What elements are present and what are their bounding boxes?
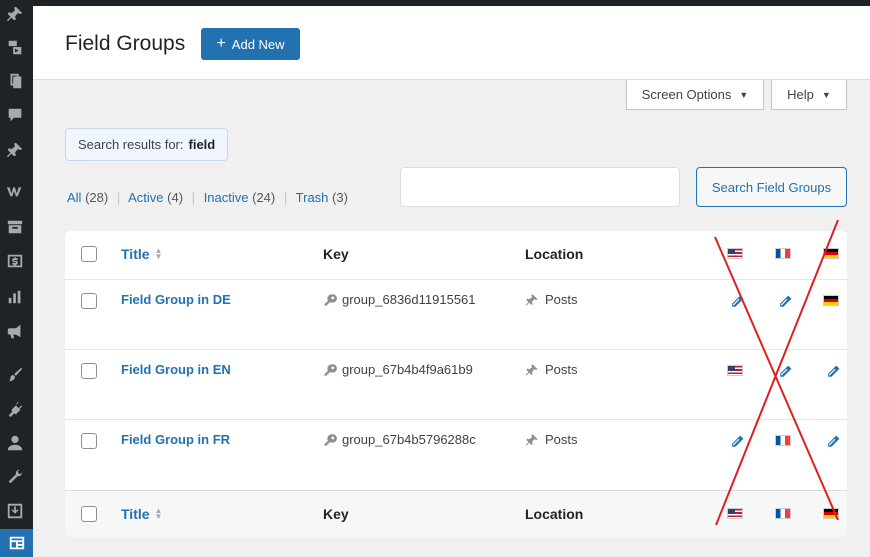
- add-translation-fr-icon[interactable]: [777, 294, 793, 310]
- pin-icon: [525, 293, 538, 306]
- field-group-location: Posts: [525, 432, 578, 447]
- search-term: field: [188, 137, 216, 152]
- filter-separator: |: [191, 190, 196, 205]
- import-icon[interactable]: [4, 500, 26, 522]
- search-input[interactable]: [400, 167, 680, 207]
- key-icon: [324, 433, 337, 446]
- pin-icon: [525, 363, 538, 376]
- column-location: Location: [525, 246, 584, 262]
- status-filters: All (28) | Active (4) | Inactive (24) | …: [67, 190, 348, 205]
- field-group-key: group_67b4b5796288c: [323, 432, 476, 447]
- sort-icon: ▲ ▼: [154, 246, 163, 261]
- field-group-title-link[interactable]: Field Group in FR: [121, 432, 230, 447]
- add-translation-de-icon[interactable]: [825, 364, 841, 380]
- select-all-checkbox[interactable]: [81, 246, 97, 262]
- field-groups-table: Title ▲ ▼ Key Location Field Group in DE …: [65, 231, 847, 537]
- field-group-title-link[interactable]: Field Group in EN: [121, 362, 231, 377]
- woo-icon[interactable]: [4, 180, 26, 202]
- media-icon[interactable]: [4, 36, 26, 58]
- filter-active[interactable]: Active: [128, 190, 163, 205]
- fr-flag-icon: [775, 508, 791, 519]
- key-icon: [324, 363, 337, 376]
- filter-separator: |: [283, 190, 288, 205]
- field-group-title-link[interactable]: Field Group in DE: [121, 292, 231, 307]
- fr-flag-icon: [775, 435, 791, 446]
- row-checkbox[interactable]: [81, 293, 97, 309]
- screen-options-button[interactable]: Screen Options ▼: [626, 80, 764, 110]
- comments-icon[interactable]: [4, 104, 26, 126]
- page-header: Field Groups + Add New: [33, 6, 870, 80]
- search-results-notice: Search results for: field: [65, 128, 229, 161]
- filter-all-count: (28): [85, 190, 109, 205]
- table-header-row: Title ▲ ▼ Key Location: [65, 231, 847, 279]
- screen-options-label: Screen Options: [641, 87, 732, 102]
- analytics-icon[interactable]: [4, 286, 26, 308]
- row-checkbox[interactable]: [81, 363, 97, 379]
- select-all-checkbox[interactable]: [81, 506, 97, 522]
- add-new-label: Add New: [231, 36, 285, 52]
- de-flag-icon: [823, 508, 839, 519]
- help-label: Help: [787, 87, 814, 102]
- add-new-button[interactable]: + Add New: [201, 28, 300, 60]
- filter-all[interactable]: All: [67, 190, 81, 205]
- search-field-groups-button[interactable]: Search Field Groups: [696, 167, 847, 207]
- marketing-icon[interactable]: [4, 320, 26, 342]
- de-flag-icon: [823, 248, 839, 259]
- column-key: Key: [323, 246, 349, 262]
- plus-icon: +: [216, 35, 226, 52]
- table-row: Field Group in EN group_67b4b4f9a61b9 Po…: [65, 349, 847, 419]
- search-results-prefix: Search results for:: [78, 137, 184, 152]
- add-translation-en-icon[interactable]: [729, 434, 745, 450]
- pin-icon[interactable]: [4, 3, 26, 25]
- pages-icon[interactable]: [4, 70, 26, 92]
- filter-inactive[interactable]: Inactive: [204, 190, 249, 205]
- field-group-key: group_67b4b4f9a61b9: [323, 362, 473, 377]
- acf-icon[interactable]: [0, 529, 33, 557]
- field-group-location: Posts: [525, 362, 578, 377]
- page-title: Field Groups: [65, 32, 186, 55]
- add-translation-de-icon[interactable]: [825, 434, 841, 450]
- admin-sidebar: [0, 0, 33, 557]
- field-group-location: Posts: [525, 292, 578, 307]
- row-checkbox[interactable]: [81, 433, 97, 449]
- payments-icon[interactable]: [4, 250, 26, 272]
- table-row: Field Group in FR group_67b4b5796288c Po…: [65, 419, 847, 490]
- add-translation-fr-icon[interactable]: [777, 364, 793, 380]
- pin-icon: [525, 433, 538, 446]
- table-footer-row: Title ▲ ▼ Key Location: [65, 490, 847, 537]
- help-button[interactable]: Help ▼: [771, 80, 847, 110]
- field-group-key: group_6836d11915561: [323, 292, 476, 307]
- plugins-icon[interactable]: [4, 398, 26, 420]
- key-icon: [324, 293, 337, 306]
- sort-icon: ▲ ▼: [154, 506, 163, 521]
- column-location: Location: [525, 506, 584, 522]
- caret-down-icon: ▼: [821, 89, 831, 100]
- caret-down-icon: ▼: [739, 89, 749, 100]
- brush-icon[interactable]: [4, 364, 26, 386]
- tools-icon[interactable]: [4, 466, 26, 488]
- column-key: Key: [323, 506, 349, 522]
- filter-trash-count: (3): [332, 190, 348, 205]
- us-flag-icon: [727, 508, 743, 519]
- pin-icon[interactable]: [4, 139, 26, 161]
- de-flag-icon: [823, 295, 839, 306]
- us-flag-icon: [727, 248, 743, 259]
- us-flag-icon: [727, 365, 743, 376]
- column-title[interactable]: Title ▲ ▼: [121, 246, 162, 262]
- add-translation-en-icon[interactable]: [729, 294, 745, 310]
- users-icon[interactable]: [4, 432, 26, 454]
- archive-icon[interactable]: [4, 216, 26, 238]
- filter-separator: |: [116, 190, 121, 205]
- filter-inactive-count: (24): [252, 190, 276, 205]
- fr-flag-icon: [775, 248, 791, 259]
- filter-active-count: (4): [167, 190, 184, 205]
- table-row: Field Group in DE group_6836d11915561 Po…: [65, 279, 847, 349]
- column-title[interactable]: Title ▲ ▼: [121, 506, 162, 522]
- filter-trash[interactable]: Trash: [296, 190, 329, 205]
